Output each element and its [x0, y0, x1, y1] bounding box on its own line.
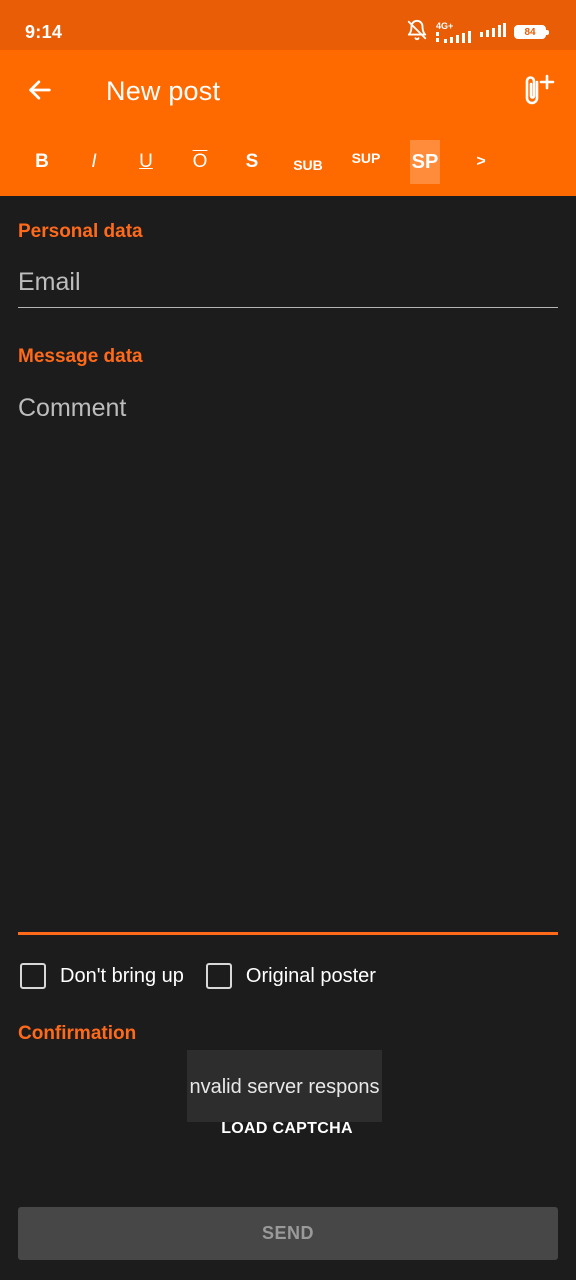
signal-icon: [480, 22, 506, 42]
email-field-container: [18, 262, 558, 308]
battery-icon: 84: [514, 25, 549, 39]
format-bold-button[interactable]: B: [22, 140, 62, 184]
status-bar: 9:14 4G+ 84: [0, 0, 576, 50]
attach-file-button[interactable]: [514, 68, 562, 116]
personal-data-heading: Personal data: [18, 221, 143, 242]
checkbox-box[interactable]: [20, 963, 46, 989]
format-italic-button[interactable]: I: [74, 140, 114, 184]
load-captcha-button[interactable]: LOAD CAPTCHA: [187, 1114, 387, 1144]
back-button[interactable]: [18, 70, 62, 114]
email-field[interactable]: [18, 262, 558, 302]
comment-field-container: [18, 394, 558, 935]
signal-4g-icon: 4G+: [436, 20, 472, 43]
format-underline-button[interactable]: U: [126, 140, 166, 184]
original-poster-checkbox[interactable]: Original poster: [205, 963, 376, 989]
dont-bring-up-label: Don't bring up: [60, 964, 184, 987]
app-bar: New post B I U O S SUB SUP SP >: [0, 50, 576, 196]
captcha-error-message: nvalid server respons: [189, 1076, 380, 1098]
page-title: New post: [106, 76, 221, 106]
bell-off-icon: [406, 19, 428, 46]
checkbox-box[interactable]: [205, 963, 232, 989]
format-strike-button[interactable]: S: [232, 140, 272, 184]
format-toolbar: B I U O S SUB SUP SP >: [0, 140, 576, 184]
confirmation-heading: Confirmation: [18, 1023, 137, 1044]
format-quote-button[interactable]: >: [466, 140, 496, 184]
comment-field[interactable]: [18, 394, 558, 914]
format-sup-button[interactable]: SUP: [344, 140, 388, 184]
status-time: 9:14: [25, 22, 63, 42]
paperclip-plus-icon: [521, 72, 555, 113]
network-label: 4G+: [436, 20, 454, 31]
dont-bring-up-checkbox[interactable]: Don't bring up: [20, 963, 184, 989]
post-options: Don't bring up Original poster: [20, 960, 398, 992]
status-icons: 4G+ 84: [406, 19, 549, 46]
format-sub-button[interactable]: SUB: [284, 140, 332, 184]
arrow-left-icon: [26, 76, 54, 109]
send-button[interactable]: SEND: [18, 1207, 558, 1260]
original-poster-label: Original poster: [245, 964, 376, 987]
captcha-image[interactable]: nvalid server respons: [187, 1050, 382, 1122]
battery-level: 84: [524, 26, 536, 38]
format-overline-button[interactable]: O: [180, 140, 220, 184]
format-spoiler-button[interactable]: SP: [410, 140, 440, 184]
message-data-heading: Message data: [18, 346, 143, 367]
